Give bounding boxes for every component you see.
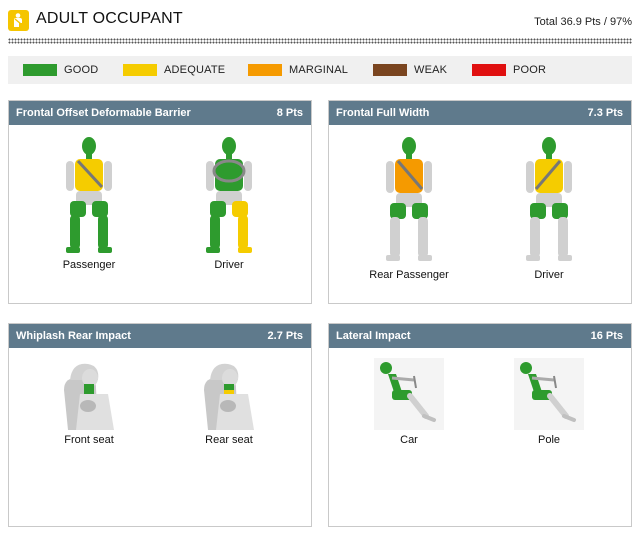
legend-swatch	[123, 64, 157, 76]
rating-legend: GOOD ADEQUATE MARGINAL WEAK POOR	[8, 56, 632, 84]
legend-label: GOOD	[64, 64, 99, 76]
legend-label: WEAK	[414, 64, 448, 76]
dotted-divider	[8, 38, 632, 44]
seat-headrest-icon	[204, 363, 254, 430]
dummy-figure: Rear Passenger	[354, 135, 464, 281]
figure-caption: Passenger	[62, 259, 116, 271]
lateral-figure: Car	[354, 358, 464, 446]
seat-occupant-icon	[8, 10, 29, 31]
dummy-figure: Driver	[174, 135, 284, 271]
seated-dummy-icon	[66, 137, 112, 253]
legend-item-good: GOOD	[23, 63, 98, 77]
legend-item-poor: POOR	[472, 63, 546, 77]
panel-points: 2.7 Pts	[267, 330, 303, 342]
figure-caption: Driver	[534, 269, 564, 281]
lateral-figure: Pole	[494, 358, 604, 446]
panel-whiplash-rear-impact: Whiplash Rear Impact 2.7 Pts Front seat …	[8, 323, 312, 527]
panel-title: Frontal Offset Deformable Barrier	[16, 107, 191, 119]
side-dummy-icon	[514, 358, 584, 430]
panel-header: Lateral Impact 16 Pts	[329, 324, 631, 348]
panel-title: Whiplash Rear Impact	[16, 330, 131, 342]
seated-dummy-steering-icon	[206, 137, 252, 253]
legend-item-marginal: MARGINAL	[248, 63, 348, 77]
panel-points: 8 Pts	[276, 107, 303, 119]
legend-swatch	[248, 64, 282, 76]
section-header: ADULT OCCUPANT Total 36.9 Pts / 97%	[8, 8, 632, 34]
dummy-figure: Driver	[494, 135, 604, 281]
panel-lateral-impact: Lateral Impact 16 Pts Car Pole	[328, 323, 632, 527]
legend-item-weak: WEAK	[373, 63, 447, 77]
page-title: ADULT OCCUPANT	[36, 10, 183, 27]
dummy-figure: Passenger	[34, 135, 144, 271]
panel-frontal-full-width: Frontal Full Width 7.3 Pts Rear Passenge…	[328, 100, 632, 304]
side-dummy-icon	[374, 358, 444, 430]
figure-caption: Pole	[537, 434, 561, 446]
seated-dummy-icon	[386, 137, 432, 261]
figure-caption: Front seat	[64, 434, 114, 446]
legend-label: ADEQUATE	[164, 64, 226, 76]
panel-header: Frontal Full Width 7.3 Pts	[329, 101, 631, 125]
panel-title: Lateral Impact	[336, 330, 411, 342]
panel-header: Whiplash Rear Impact 2.7 Pts	[9, 324, 311, 348]
legend-label: POOR	[513, 64, 547, 76]
whiplash-figure: Front seat	[34, 360, 144, 446]
whiplash-figure: Rear seat	[174, 360, 284, 446]
panel-points: 16 Pts	[590, 330, 623, 342]
total-score: Total 36.9 Pts / 97%	[534, 16, 632, 28]
legend-label: MARGINAL	[289, 64, 349, 76]
figure-caption: Rear Passenger	[369, 269, 449, 281]
legend-swatch	[373, 64, 407, 76]
figure-caption: Car	[400, 434, 418, 446]
panel-points: 7.3 Pts	[587, 107, 623, 119]
legend-swatch	[23, 64, 57, 76]
seated-dummy-icon	[526, 137, 572, 261]
legend-swatch	[472, 64, 506, 76]
panel-title: Frontal Full Width	[336, 107, 430, 119]
panel-header: Frontal Offset Deformable Barrier 8 Pts	[9, 101, 311, 125]
figure-caption: Driver	[214, 259, 244, 271]
seat-headrest-icon	[64, 363, 114, 430]
panel-frontal-offset: Frontal Offset Deformable Barrier 8 Pts …	[8, 100, 312, 304]
legend-item-adequate: ADEQUATE	[123, 63, 225, 77]
figure-caption: Rear seat	[205, 434, 253, 446]
